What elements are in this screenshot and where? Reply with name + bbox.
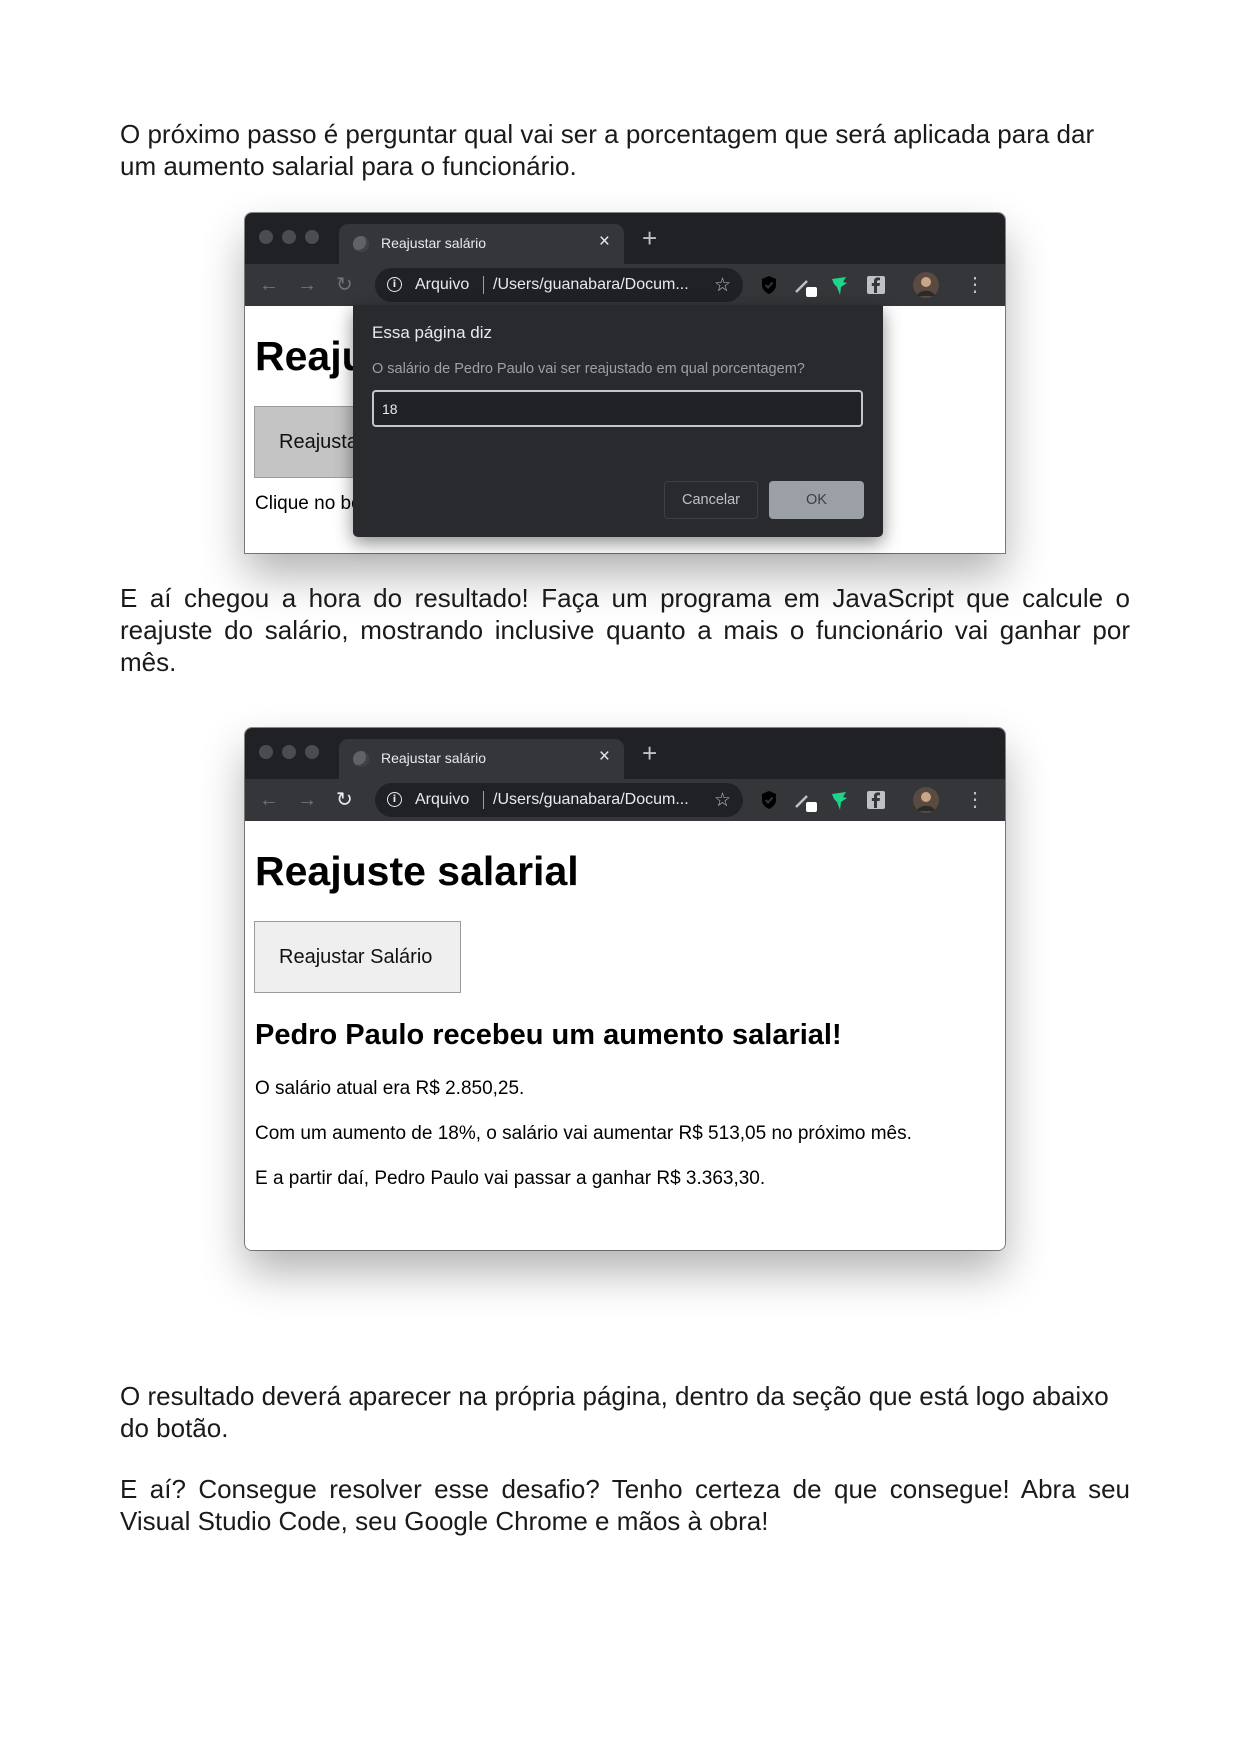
globe-icon (353, 751, 369, 767)
forward-arrow-icon[interactable]: → (297, 789, 317, 811)
back-arrow-icon[interactable]: ← (259, 274, 279, 296)
close-icon[interactable]: × (599, 231, 610, 253)
omnibox-divider (483, 276, 484, 294)
address-bar[interactable]: i Arquivo /Users/guanabara/Docum... ☆ (375, 268, 743, 302)
result-increase: Com um aumento de 18%, o salário vai aum… (255, 1123, 912, 1144)
tab-reajustar-salario[interactable]: Reajustar salário × (339, 224, 624, 264)
profile-avatar[interactable] (913, 787, 939, 813)
tab-strip: Reajustar salário × + (245, 213, 1005, 264)
bird-extension-icon[interactable] (830, 275, 850, 297)
window-minimize-light[interactable] (282, 745, 296, 759)
profile-avatar[interactable] (913, 272, 939, 298)
file-scheme-label: Arquivo (415, 791, 470, 808)
result-new-salary: E a partir daí, Pedro Paulo vai passar a… (255, 1168, 766, 1189)
reajustar-salario-button[interactable]: Reajustar Salário (254, 921, 461, 993)
pen-extension-icon[interactable] (793, 790, 819, 814)
star-icon[interactable]: ☆ (714, 789, 731, 812)
address-bar[interactable]: i Arquivo /Users/guanabara/Docum... ☆ (375, 783, 743, 817)
kebab-menu-icon[interactable]: ⋮ (965, 789, 985, 811)
facebook-extension-icon[interactable] (866, 275, 886, 295)
browser-toolbar: ← → ↻ i Arquivo /Users/guanabara/Docum..… (245, 264, 1005, 306)
result-current-salary: O salário atual era R$ 2.850,25. (255, 1078, 525, 1099)
window-close-light[interactable] (259, 745, 273, 759)
page-heading: Reajuste salarial (255, 848, 579, 894)
cancel-button[interactable]: Cancelar (664, 481, 758, 519)
file-scheme-label: Arquivo (415, 276, 470, 293)
shield-extension-icon[interactable] (760, 275, 778, 295)
info-icon[interactable]: i (387, 792, 402, 807)
info-icon[interactable]: i (387, 277, 402, 292)
result-intro-paragraph: E aí chegou a hora do resultado! Faça um… (120, 583, 1130, 677)
dialog-message: O salário de Pedro Paulo vai ser reajust… (372, 361, 805, 377)
tab-strip: Reajustar salário × + (245, 728, 1005, 779)
shield-extension-icon[interactable] (760, 790, 778, 810)
intro-paragraph: O próximo passo é perguntar qual vai ser… (120, 119, 1095, 181)
tab-title: Reajustar salário (381, 750, 487, 766)
prompt-dialog: Essa página diz O salário de Pedro Paulo… (353, 305, 883, 537)
reload-icon[interactable]: ↻ (336, 274, 353, 296)
forward-arrow-icon[interactable]: → (297, 274, 317, 296)
page-content: Reajuste salarial Reajustar Salário Pedr… (245, 821, 1005, 1250)
omnibox-url[interactable]: /Users/guanabara/Docum... (493, 791, 689, 809)
window-zoom-light[interactable] (305, 745, 319, 759)
star-icon[interactable]: ☆ (714, 274, 731, 297)
browser-toolbar: ← → ↻ i Arquivo /Users/guanabara/Docum..… (245, 779, 1005, 821)
facebook-extension-icon[interactable] (866, 790, 886, 810)
omnibox-divider (483, 791, 484, 809)
browser-window-result: Reajustar salário × + ← → ↻ i Arquivo /U… (245, 728, 1005, 1250)
back-arrow-icon[interactable]: ← (259, 789, 279, 811)
omnibox-url[interactable]: /Users/guanabara/Docum... (493, 276, 689, 294)
tab-reajustar-salario[interactable]: Reajustar salário × (339, 739, 624, 779)
challenge-paragraph: E aí? Consegue resolver esse desafio? Te… (120, 1474, 1130, 1536)
window-zoom-light[interactable] (305, 230, 319, 244)
new-tab-icon[interactable]: + (642, 738, 657, 768)
close-icon[interactable]: × (599, 746, 610, 768)
pen-extension-icon[interactable] (793, 275, 819, 299)
kebab-menu-icon[interactable]: ⋮ (965, 274, 985, 296)
ok-button[interactable]: OK (769, 481, 864, 519)
new-tab-icon[interactable]: + (642, 223, 657, 253)
dialog-title: Essa página diz (372, 323, 493, 342)
window-close-light[interactable] (259, 230, 273, 244)
globe-icon (353, 236, 369, 252)
tab-title: Reajustar salário (381, 235, 487, 251)
dialog-input[interactable] (372, 390, 863, 427)
reload-icon[interactable]: ↻ (336, 789, 353, 811)
bird-extension-icon[interactable] (830, 790, 850, 812)
result-title: Pedro Paulo recebeu um aumento salarial! (255, 1019, 842, 1051)
result-location-paragraph: O resultado deverá aparecer na própria p… (120, 1381, 1109, 1443)
window-minimize-light[interactable] (282, 230, 296, 244)
